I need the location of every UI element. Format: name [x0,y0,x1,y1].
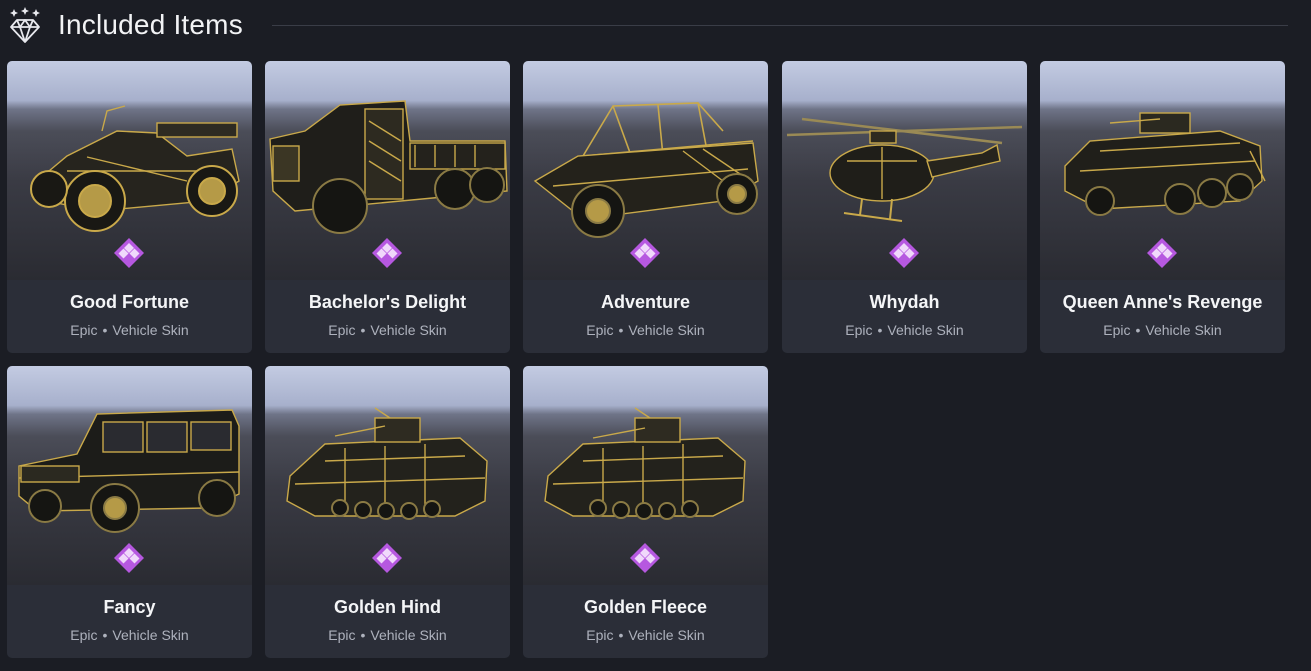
item-rarity: Epic [70,627,98,643]
item-subtitle: Epic • Vehicle Skin [523,321,768,339]
item-name: Queen Anne's Revenge [1062,292,1263,312]
item-name: Golden Hind [334,597,441,617]
item-subtitle: Epic • Vehicle Skin [7,626,252,644]
item-rarity: Epic [328,322,356,338]
item-name: Bachelor's Delight [308,292,467,312]
separator-dot: • [102,322,108,338]
epic-rarity-icon [372,543,402,573]
item-card[interactable]: Adventure Epic • Vehicle Skin [523,61,768,353]
item-subtitle: Epic • Vehicle Skin [7,321,252,339]
header-divider [272,25,1288,26]
separator-dot: • [102,627,108,643]
epic-rarity-icon [630,238,660,268]
epic-rarity-icon [630,543,660,573]
item-card[interactable]: Queen Anne's Revenge Epic • Vehicle Skin [1040,61,1285,353]
epic-rarity-icon [372,238,402,268]
separator-dot: • [618,322,624,338]
separator-dot: • [360,322,366,338]
separator-dot: • [360,627,366,643]
item-thumbnail [7,366,252,585]
item-subtitle: Epic • Vehicle Skin [782,321,1027,339]
item-type: Vehicle Skin [628,322,705,338]
separator-dot: • [877,322,883,338]
item-name: Golden Fleece [583,597,708,617]
item-rarity: Epic [328,627,356,643]
item-card[interactable]: Good Fortune Epic • Vehicle Skin [7,61,252,353]
diamond-gem-icon [10,7,40,43]
item-name: Good Fortune [70,292,189,312]
item-type: Vehicle Skin [112,322,189,338]
item-name: Adventure [600,292,690,312]
item-card[interactable]: Golden Fleece Epic • Vehicle Skin [523,366,768,658]
item-type: Vehicle Skin [887,322,964,338]
item-subtitle: Epic • Vehicle Skin [265,321,510,339]
item-subtitle: Epic • Vehicle Skin [1040,321,1285,339]
item-rarity: Epic [845,322,873,338]
item-type: Vehicle Skin [370,627,447,643]
separator-dot: • [618,627,624,643]
item-thumbnail [1040,61,1285,280]
item-thumbnail [782,61,1027,280]
item-subtitle: Epic • Vehicle Skin [265,626,510,644]
page-title: Included Items [58,9,243,40]
item-rarity: Epic [586,627,614,643]
item-thumbnail [265,61,510,280]
item-type: Vehicle Skin [112,627,189,643]
item-rarity: Epic [586,322,614,338]
item-name: Fancy [103,597,156,617]
item-rarity: Epic [1103,322,1131,338]
epic-rarity-icon [114,543,144,573]
item-thumbnail [523,366,768,585]
item-thumbnail [523,61,768,280]
item-type: Vehicle Skin [370,322,447,338]
item-card[interactable]: Whydah Epic • Vehicle Skin [782,61,1027,353]
item-thumbnail [7,61,252,280]
item-card[interactable]: Golden Hind Epic • Vehicle Skin [265,366,510,658]
section-header: Included Items [0,0,1311,52]
item-thumbnail [265,366,510,585]
item-name: Whydah [869,292,940,312]
epic-rarity-icon [1147,238,1177,268]
item-subtitle: Epic • Vehicle Skin [523,626,768,644]
item-rarity: Epic [70,322,98,338]
item-type: Vehicle Skin [1145,322,1222,338]
epic-rarity-icon [889,238,919,268]
item-card[interactable]: Fancy Epic • Vehicle Skin [7,366,252,658]
item-type: Vehicle Skin [628,627,705,643]
separator-dot: • [1135,322,1141,338]
item-card[interactable]: Bachelor's Delight Epic • Vehicle Skin [265,61,510,353]
epic-rarity-icon [114,238,144,268]
